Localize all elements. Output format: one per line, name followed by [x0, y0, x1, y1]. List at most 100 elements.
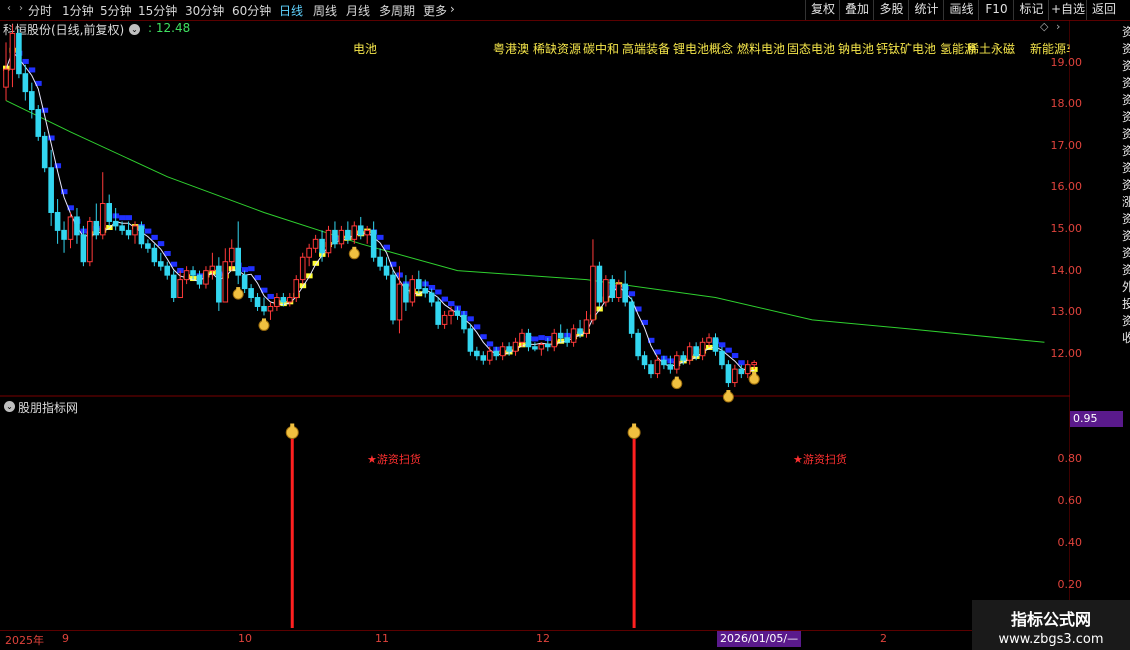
candle-body [241, 274, 248, 290]
money-bag-knot [236, 287, 241, 291]
candle-body [125, 229, 132, 236]
money-bag-icon [285, 423, 299, 439]
circle-chevron-icon[interactable]: ⌄ [4, 401, 15, 412]
candle-body [319, 238, 325, 254]
candle-body [61, 229, 67, 240]
side-char: 涨 [1122, 195, 1130, 209]
candle-body [738, 368, 745, 375]
y-tick-label: 13.00 [1050, 305, 1083, 318]
trend-band-segment [473, 324, 481, 330]
money-bag-body [258, 319, 270, 331]
candle-body [390, 274, 396, 321]
candle-body [448, 310, 454, 316]
candle-body [3, 68, 9, 88]
month-label: 2 [880, 632, 887, 645]
candle-body [351, 225, 358, 240]
trend-band-segment [441, 296, 449, 302]
y-tick-label: 17.00 [1050, 139, 1083, 152]
candle-body [99, 203, 106, 236]
candle-body [719, 350, 725, 366]
trend-band-segment [538, 335, 545, 341]
candle-body [615, 283, 622, 299]
candle-body [325, 229, 332, 254]
trend-band-segment [725, 347, 732, 353]
candle-body [564, 337, 570, 343]
money-bag-knot [632, 423, 637, 428]
side-char: 资 [1122, 246, 1130, 260]
money-bag-icon [671, 376, 683, 390]
candle-body [706, 337, 712, 343]
candle-body [9, 32, 16, 70]
year-label: 2025年 [5, 634, 44, 647]
money-bag-icon [258, 318, 270, 331]
candle-body [486, 350, 493, 361]
candle-body [151, 247, 158, 263]
candle-body [312, 238, 319, 249]
candle-body [557, 332, 564, 339]
candle-body [158, 261, 164, 267]
money-bag-knot [262, 318, 266, 322]
candle-body [29, 91, 35, 111]
candle-body [248, 288, 254, 299]
candle-body [680, 355, 687, 361]
ind-y-tick-label: 0.20 [1057, 578, 1083, 591]
candle-body [596, 265, 603, 303]
trend-band-segment [119, 215, 126, 221]
candle-body [306, 247, 312, 258]
side-char: 资 [1122, 76, 1130, 90]
candle-body [635, 332, 641, 357]
trend-band-segment [486, 341, 494, 347]
candle-body [725, 364, 732, 384]
candle-body [403, 283, 409, 303]
candle-body [106, 203, 113, 222]
candle-body [67, 216, 74, 240]
candle-body [177, 279, 183, 299]
candle-body [93, 220, 100, 236]
candle-body [274, 297, 280, 307]
watermark: 指标公式网 www.zbgs3.com [972, 600, 1130, 650]
money-bag-icon [722, 390, 734, 403]
candle-body [22, 73, 29, 93]
candle-body [41, 135, 48, 169]
candle-body [422, 288, 429, 294]
side-char: 资 [1122, 212, 1130, 226]
back-button[interactable]: 返回 [1086, 0, 1121, 20]
candle-body [480, 355, 487, 361]
candle-body [609, 279, 616, 299]
money-bag-icon [748, 372, 760, 385]
y-tick-label: 12.00 [1050, 347, 1083, 360]
candle-body [538, 344, 545, 350]
ma-short-line [5, 50, 755, 372]
candle-body [87, 220, 93, 263]
candle-body [338, 229, 345, 245]
candle-body [525, 332, 532, 348]
candle-body [744, 364, 751, 375]
candle-body [190, 270, 196, 276]
candle-body [216, 265, 222, 303]
trend-band-segment [531, 336, 539, 342]
side-char: 资 [1122, 161, 1130, 175]
ind-y-tick-label: 0.80 [1057, 452, 1083, 465]
candle-body [686, 346, 693, 361]
side-char: 资 [1122, 93, 1130, 107]
signal-label: ★游资扫货 [367, 453, 421, 466]
side-char: 外 [1122, 280, 1130, 294]
candle-body [461, 314, 467, 330]
candle-body [648, 364, 654, 375]
ind-y-tick-label: 0.60 [1057, 494, 1083, 507]
candle-body [170, 274, 177, 299]
candle-body [628, 301, 635, 334]
candle-body [493, 350, 499, 357]
price-chart[interactable] [0, 0, 1070, 630]
month-label: 10 [238, 632, 252, 645]
candle-body [112, 220, 119, 227]
candle-body [35, 109, 42, 137]
money-bag-icon [627, 423, 641, 439]
ind-y-tick-label: 0.40 [1057, 536, 1083, 549]
month-label: 9 [62, 632, 69, 645]
candle-body [751, 361, 758, 366]
candle-body [512, 341, 519, 352]
watermark-url: www.zbgs3.com [998, 632, 1104, 647]
candle-body [183, 270, 190, 281]
candle-body [519, 332, 525, 343]
